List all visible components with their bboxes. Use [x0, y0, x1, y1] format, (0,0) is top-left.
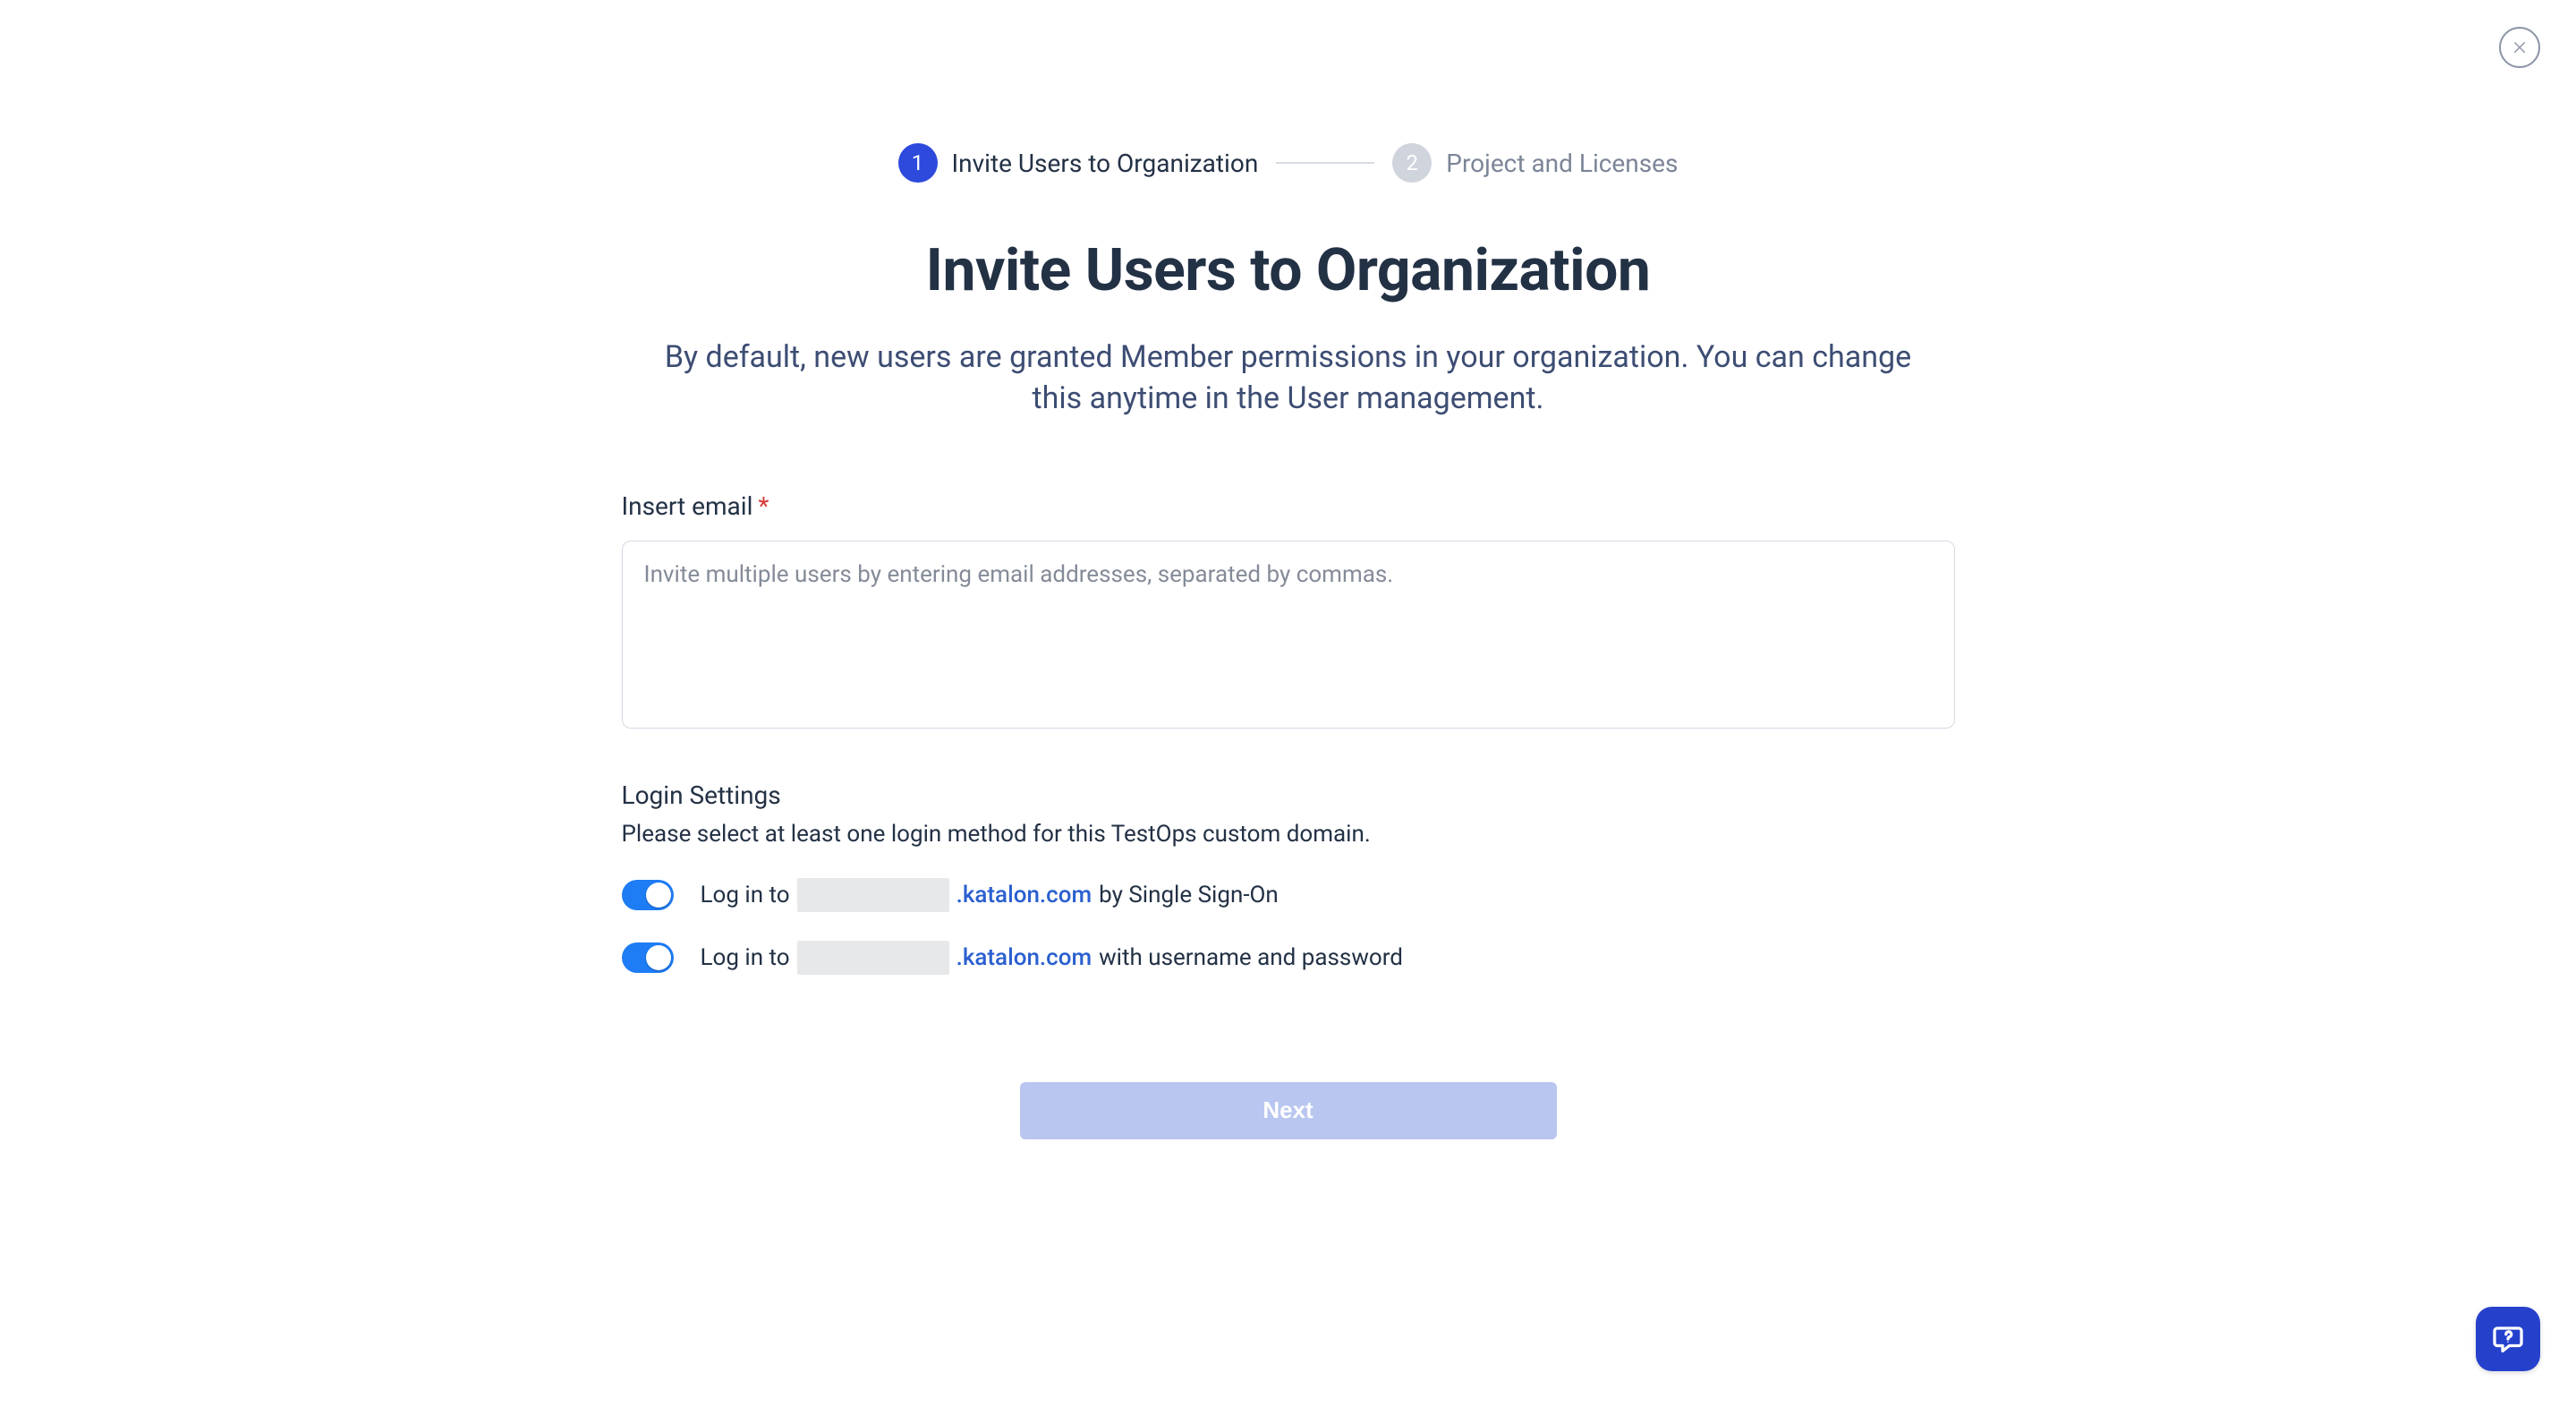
required-mark: *: [758, 491, 769, 521]
login-option-password: Log in to .katalon.com with username and…: [622, 941, 1955, 975]
help-widget[interactable]: [2476, 1307, 2540, 1371]
email-input[interactable]: [622, 541, 1955, 729]
toggle-sso-suffix: by Single Sign-On: [1099, 882, 1279, 908]
step-2-label: Project and Licenses: [1446, 149, 1678, 178]
wizard-stepper: 1 Invite Users to Organization 2 Project…: [622, 143, 1955, 183]
email-label-text: Insert email: [622, 491, 753, 521]
toggle-sso-prefix: Log in to: [701, 882, 790, 908]
toggle-password-suffix: with username and password: [1099, 944, 1403, 971]
step-2[interactable]: 2 Project and Licenses: [1392, 143, 1678, 183]
login-settings-title: Login Settings: [622, 780, 1955, 810]
close-icon: [2512, 39, 2528, 55]
redacted-subdomain: [797, 878, 949, 912]
close-button[interactable]: [2499, 27, 2540, 68]
page-subtitle: By default, new users are granted Member…: [662, 337, 1915, 420]
toggle-sso-label: Log in to .katalon.com by Single Sign-On: [701, 878, 1279, 912]
email-label: Insert email*: [622, 491, 1955, 521]
step-1-label: Invite Users to Organization: [952, 149, 1259, 178]
redacted-subdomain: [797, 941, 949, 975]
login-option-sso: Log in to .katalon.com by Single Sign-On: [622, 878, 1955, 912]
step-connector: [1276, 162, 1374, 164]
page-title: Invite Users to Organization: [622, 236, 1955, 305]
toggle-password-label: Log in to .katalon.com with username and…: [701, 941, 1403, 975]
toggle-sso[interactable]: [622, 880, 674, 910]
help-chat-icon: [2492, 1323, 2524, 1355]
step-1-badge: 1: [898, 143, 938, 183]
next-button[interactable]: Next: [1020, 1082, 1557, 1139]
login-settings-hint: Please select at least one login method …: [622, 821, 1955, 848]
toggle-password[interactable]: [622, 942, 674, 973]
step-2-badge: 2: [1392, 143, 1432, 183]
toggle-password-domain: .katalon.com: [956, 944, 1092, 971]
step-1: 1 Invite Users to Organization: [898, 143, 1259, 183]
toggle-password-prefix: Log in to: [701, 944, 790, 971]
toggle-sso-domain: .katalon.com: [956, 882, 1092, 908]
